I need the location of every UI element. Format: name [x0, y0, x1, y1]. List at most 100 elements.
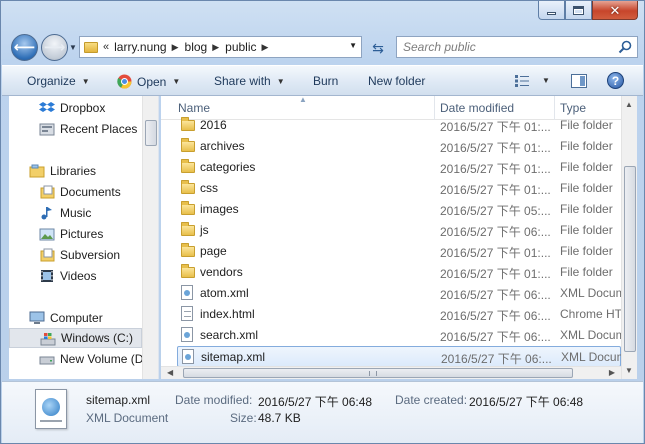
- scrollbar-thumb[interactable]: [145, 120, 157, 146]
- file-row[interactable]: 2016 2016/5/27 下午 01:... File folder: [177, 115, 621, 136]
- file-name: js: [200, 223, 209, 237]
- column-date-modified[interactable]: Date modified: [440, 101, 514, 115]
- breadcrumb-public[interactable]: public: [225, 40, 256, 54]
- file-row[interactable]: sitemap.xml 2016/5/27 下午 06:... XML Docum: [177, 346, 623, 367]
- date-created-value: 2016/5/27 下午 06:48: [469, 395, 584, 409]
- breadcrumb-separator-icon[interactable]: ▶: [212, 42, 219, 53]
- new-folder-button[interactable]: New folder: [368, 74, 425, 88]
- file-name: vendors: [200, 265, 243, 279]
- breadcrumb-larry-nung[interactable]: larry.nung: [114, 40, 166, 54]
- file-row[interactable]: css 2016/5/27 下午 01:... File folder: [177, 178, 621, 199]
- scroll-down-icon[interactable]: ▼: [625, 366, 633, 375]
- file-name: 2016: [200, 118, 227, 132]
- file-name: page: [200, 244, 227, 258]
- file-row[interactable]: search.xml 2016/5/27 下午 06:... XML Docum: [177, 325, 622, 346]
- sidebar-item-label: Computer: [50, 311, 103, 325]
- file-type: File folder: [560, 265, 613, 279]
- sidebar-item-label: Libraries: [50, 164, 97, 178]
- file-name: sitemap.xml: [201, 350, 266, 364]
- file-list-vertical-scrollbar[interactable]: ▲ ▼: [621, 96, 637, 379]
- sidebar-item-videos[interactable]: Videos: [9, 266, 142, 286]
- file-row[interactable]: atom.xml 2016/5/27 下午 06:... XML Docum: [177, 283, 622, 304]
- share-with-button[interactable]: Share with ▼: [214, 74, 285, 88]
- scroll-up-icon[interactable]: ▲: [625, 100, 633, 109]
- sidebar-item-music[interactable]: Music: [9, 203, 142, 223]
- file-row[interactable]: categories 2016/5/27 下午 01:... File folder: [177, 157, 621, 178]
- minimize-button[interactable]: [538, 1, 565, 20]
- search-icon[interactable]: [618, 40, 632, 54]
- sidebar-item-documents[interactable]: Documents: [9, 182, 142, 202]
- back-button[interactable]: ⟵: [11, 34, 38, 61]
- file-list: ▲ Name Date modified Type 2016 2016/5/27 …: [161, 96, 637, 379]
- organize-button[interactable]: Organize ▼: [27, 74, 90, 88]
- file-row[interactable]: index.html 2016/5/27 下午 06:... Chrome HT: [177, 304, 622, 325]
- open-button[interactable]: Open ▼: [117, 74, 180, 89]
- file-date-modified: 2016/5/27 下午 01:...: [440, 246, 551, 260]
- sidebar-item-computer[interactable]: Computer: [9, 308, 142, 328]
- breadcrumb-overflow-chevron[interactable]: «: [103, 41, 109, 53]
- organize-label: Organize: [27, 74, 76, 88]
- scroll-left-icon[interactable]: ◀: [167, 368, 173, 377]
- xml-document-icon: [35, 389, 67, 429]
- sidebar-item-windows-c[interactable]: Windows (C:): [9, 328, 142, 348]
- file-row[interactable]: archives 2016/5/27 下午 01:... File folder: [177, 136, 621, 157]
- sidebar-item-recent-places[interactable]: Recent Places: [9, 119, 142, 139]
- address-dropdown-icon[interactable]: ▼: [349, 41, 357, 50]
- file-list-horizontal-scrollbar[interactable]: ◀ ▶: [161, 366, 621, 379]
- music-icon: [41, 207, 52, 220]
- search-input[interactable]: [403, 40, 613, 54]
- sidebar-item-new-volume-d[interactable]: New Volume (D: [9, 349, 143, 369]
- file-type: File folder: [560, 244, 613, 258]
- sidebar-item-libraries[interactable]: Libraries: [9, 161, 142, 181]
- folder-icon: [181, 264, 195, 278]
- scrollbar-thumb[interactable]: [624, 166, 636, 352]
- help-label: ?: [611, 73, 620, 88]
- chevron-down-icon: ▼: [81, 76, 90, 86]
- burn-button[interactable]: Burn: [313, 74, 338, 88]
- file-date-modified: 2016/5/27 下午 01:...: [440, 162, 551, 176]
- drive-d-icon: [39, 356, 55, 365]
- size-label: Size:: [230, 411, 257, 425]
- file-row[interactable]: vendors 2016/5/27 下午 01:... File folder: [177, 262, 621, 283]
- sidebar-item-pictures[interactable]: Pictures: [9, 224, 142, 244]
- xml-file-icon: [181, 327, 193, 342]
- navigation-pane-scrollbar[interactable]: [142, 96, 158, 379]
- file-type: File folder: [560, 181, 613, 195]
- address-bar[interactable]: « larry.nung ▶ blog ▶ public ▶ ▼: [79, 36, 362, 58]
- close-button[interactable]: ✕: [592, 1, 638, 20]
- preview-pane-icon[interactable]: [571, 74, 587, 88]
- file-row[interactable]: page 2016/5/27 下午 01:... File folder: [177, 241, 621, 262]
- xml-file-icon: [182, 349, 194, 364]
- documents-icon: [40, 185, 55, 199]
- view-options-dropdown-icon[interactable]: ▼: [542, 76, 550, 85]
- forward-button[interactable]: ⟶: [41, 34, 68, 61]
- open-label: Open: [137, 74, 167, 89]
- recent-pages-dropdown[interactable]: ▼: [69, 43, 77, 52]
- libraries-icon: [29, 164, 45, 178]
- column-type[interactable]: Type: [560, 101, 586, 115]
- file-row[interactable]: images 2016/5/27 下午 05:... File folder: [177, 199, 621, 220]
- maximize-button[interactable]: [565, 1, 592, 20]
- details-filename: sitemap.xml: [86, 393, 151, 407]
- file-date-modified: 2016/5/27 下午 06:...: [440, 330, 551, 344]
- scroll-right-icon[interactable]: ▶: [609, 368, 615, 377]
- file-name: atom.xml: [200, 286, 249, 300]
- folder-icon: [181, 201, 195, 215]
- breadcrumb-blog[interactable]: blog: [185, 40, 208, 54]
- breadcrumb-separator-icon[interactable]: ▶: [262, 42, 269, 53]
- help-icon[interactable]: ?: [607, 72, 624, 89]
- sidebar-item-subversion[interactable]: Subversion: [9, 245, 142, 265]
- file-row[interactable]: js 2016/5/27 下午 06:... File folder: [177, 220, 621, 241]
- file-date-modified: 2016/5/27 下午 01:...: [440, 141, 551, 155]
- sidebar-item-dropbox[interactable]: Dropbox: [9, 98, 142, 118]
- subversion-icon: [40, 248, 55, 262]
- html-file-icon: [181, 306, 193, 321]
- column-name[interactable]: Name: [178, 101, 210, 115]
- sidebar-item-label: Music: [60, 206, 92, 220]
- search-box[interactable]: [396, 36, 638, 58]
- minimize-icon: [547, 11, 556, 15]
- breadcrumb-separator-icon[interactable]: ▶: [172, 42, 179, 53]
- scrollbar-thumb[interactable]: [183, 368, 573, 378]
- refresh-button[interactable]: ⇆: [367, 38, 389, 58]
- change-view-icon[interactable]: [514, 74, 530, 88]
